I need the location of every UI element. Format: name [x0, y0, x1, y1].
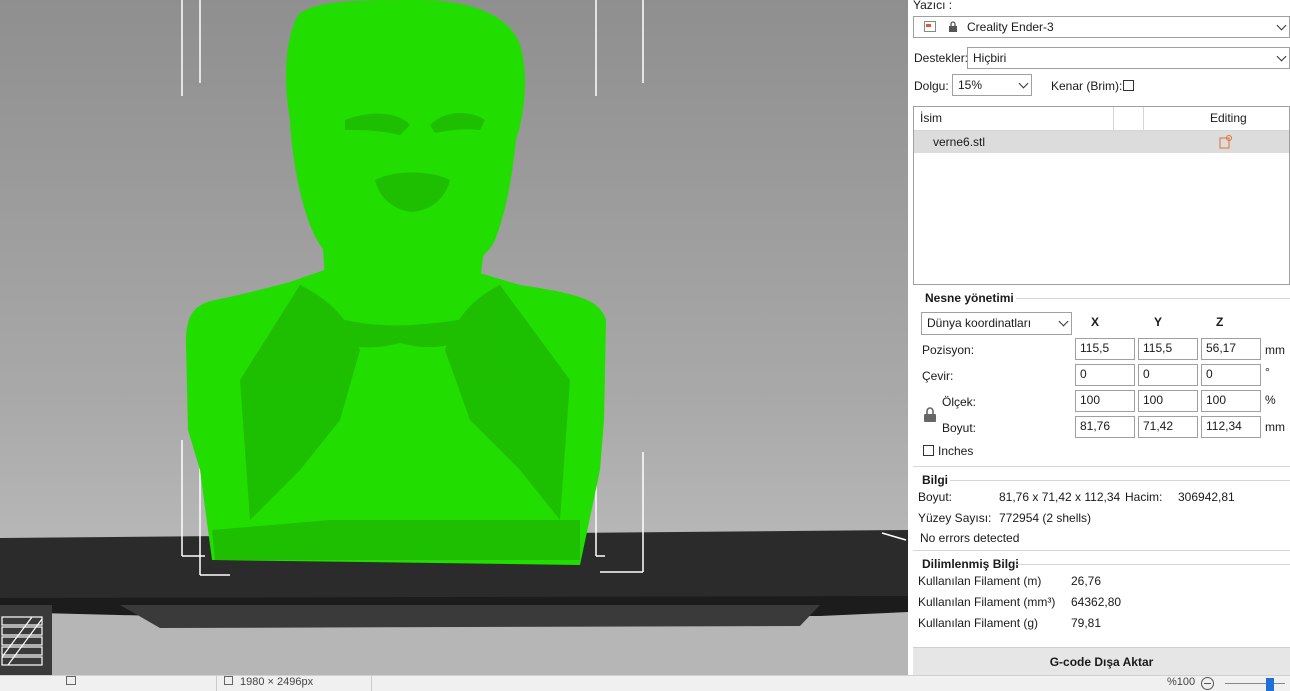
infill-select[interactable]: 15% — [952, 74, 1032, 96]
manipulation-title: Nesne yönetimi — [925, 291, 1014, 305]
chevron-down-icon — [1058, 316, 1069, 327]
image-dimensions: 1980 × 2496px — [240, 676, 314, 688]
rotation-unit: ° — [1265, 365, 1270, 379]
table-row[interactable]: verne6.stl — [914, 131, 1289, 153]
scale-label: Ölçek: — [942, 395, 977, 409]
supports-label: Destekler: — [914, 51, 969, 65]
rotation-z-input[interactable]: 0 — [1201, 364, 1261, 386]
divider — [950, 480, 1290, 481]
export-gcode-button[interactable]: G-code Dışa Aktar — [913, 647, 1290, 677]
zoom-slider[interactable] — [1225, 683, 1285, 684]
chevron-down-icon — [1276, 20, 1287, 31]
printer-label: Yazıcı : — [913, 0, 953, 12]
size-z-input[interactable]: 112,34 — [1201, 416, 1261, 438]
divider — [913, 550, 1290, 551]
brim-checkbox[interactable] — [1123, 80, 1134, 91]
position-y-input[interactable]: 115,5 — [1138, 338, 1198, 360]
inches-label: Inches — [938, 444, 974, 458]
size-unit: mm — [1265, 420, 1285, 434]
supports-select[interactable]: Hiçbiri — [967, 47, 1290, 69]
zoom-level: %100 — [1167, 676, 1196, 688]
info-facets-value: 772954 (2 shells) — [999, 511, 1092, 525]
sliced-label: Kullanılan Filament (mm³) — [918, 595, 1056, 609]
infill-value: 15% — [958, 78, 983, 92]
layers-icon — [1, 616, 43, 666]
size-label: Boyut: — [942, 421, 977, 435]
coordinate-system-value: Dünya koordinatları — [927, 316, 1032, 330]
inches-checkbox[interactable] — [923, 445, 934, 456]
image-size-icon — [224, 676, 233, 685]
info-size-label: Boyut: — [918, 490, 953, 504]
axis-y-label: Y — [1154, 315, 1163, 329]
scale-unit: % — [1265, 393, 1276, 407]
position-unit: mm — [1265, 343, 1285, 357]
column-name-header[interactable]: İsim — [920, 111, 942, 125]
brim-label: Kenar (Brim): — [1051, 79, 1123, 93]
sliced-label: Kullanılan Filament (g) — [918, 616, 1039, 630]
supports-value: Hiçbiri — [973, 51, 1007, 65]
chevron-down-icon — [1276, 51, 1287, 62]
position-z-input[interactable]: 56,17 — [1201, 338, 1261, 360]
divider — [1016, 564, 1290, 565]
axis-x-label: X — [1091, 315, 1100, 329]
status-bar: 1980 × 2496px %100 — [0, 675, 1290, 691]
layers-view-button[interactable] — [0, 605, 52, 677]
size-y-input[interactable]: 71,42 — [1138, 416, 1198, 438]
coordinate-system-select[interactable]: Dünya koordinatları — [921, 312, 1072, 335]
sliced-value: 79,81 — [1071, 616, 1102, 630]
scene-canvas — [0, 0, 908, 628]
sliced-value: 26,76 — [1071, 574, 1102, 588]
lock-icon — [948, 21, 957, 32]
object-list-header: İsim Editing — [914, 107, 1289, 131]
scale-z-input[interactable]: 100 — [1201, 390, 1261, 412]
3d-viewport[interactable] — [0, 0, 908, 690]
info-errors: No errors detected — [920, 531, 1020, 545]
divider — [913, 466, 1290, 467]
rotation-y-input[interactable]: 0 — [1138, 364, 1198, 386]
sliced-label: Kullanılan Filament (m) — [918, 574, 1042, 588]
scale-y-input[interactable]: 100 — [1138, 390, 1198, 412]
scale-x-input[interactable]: 100 — [1075, 390, 1135, 412]
position-x-input[interactable]: 115,5 — [1075, 338, 1135, 360]
column-editing-header[interactable]: Editing — [1210, 111, 1247, 125]
sliced-info-title: Dilimlenmiş Bilgi — [922, 557, 1019, 571]
divider — [1016, 298, 1290, 299]
info-volume-label: Hacim: — [1125, 490, 1163, 504]
axis-z-label: Z — [1216, 315, 1224, 329]
rotation-x-input[interactable]: 0 — [1075, 364, 1135, 386]
infill-label: Dolgu: — [914, 79, 949, 93]
info-volume-value: 306942,81 — [1178, 490, 1235, 504]
position-label: Pozisyon: — [922, 343, 975, 357]
edit-settings-icon[interactable] — [1219, 135, 1233, 152]
print-bed-shadow — [120, 605, 820, 628]
object-name: verne6.stl — [933, 135, 986, 149]
info-facets-label: Yüzey Sayısı: — [918, 511, 992, 525]
printer-select[interactable]: Creality Ender-3 — [913, 16, 1290, 38]
frame-icon — [66, 676, 76, 685]
zoom-slider-handle[interactable] — [1266, 678, 1274, 691]
info-size-value: 81,76 x 71,42 x 112,34 — [999, 490, 1121, 504]
rotation-label: Çevir: — [922, 369, 954, 383]
sliced-value: 64362,80 — [1071, 595, 1122, 609]
chevron-down-icon — [1018, 78, 1029, 89]
object-list[interactable]: İsim Editing verne6.stl — [913, 106, 1290, 285]
printer-icon — [924, 21, 936, 32]
zoom-out-icon[interactable] — [1201, 677, 1214, 690]
size-x-input[interactable]: 81,76 — [1075, 416, 1135, 438]
printer-value: Creality Ender-3 — [967, 20, 1054, 34]
lock-icon[interactable] — [923, 407, 937, 426]
info-title: Bilgi — [922, 473, 948, 487]
